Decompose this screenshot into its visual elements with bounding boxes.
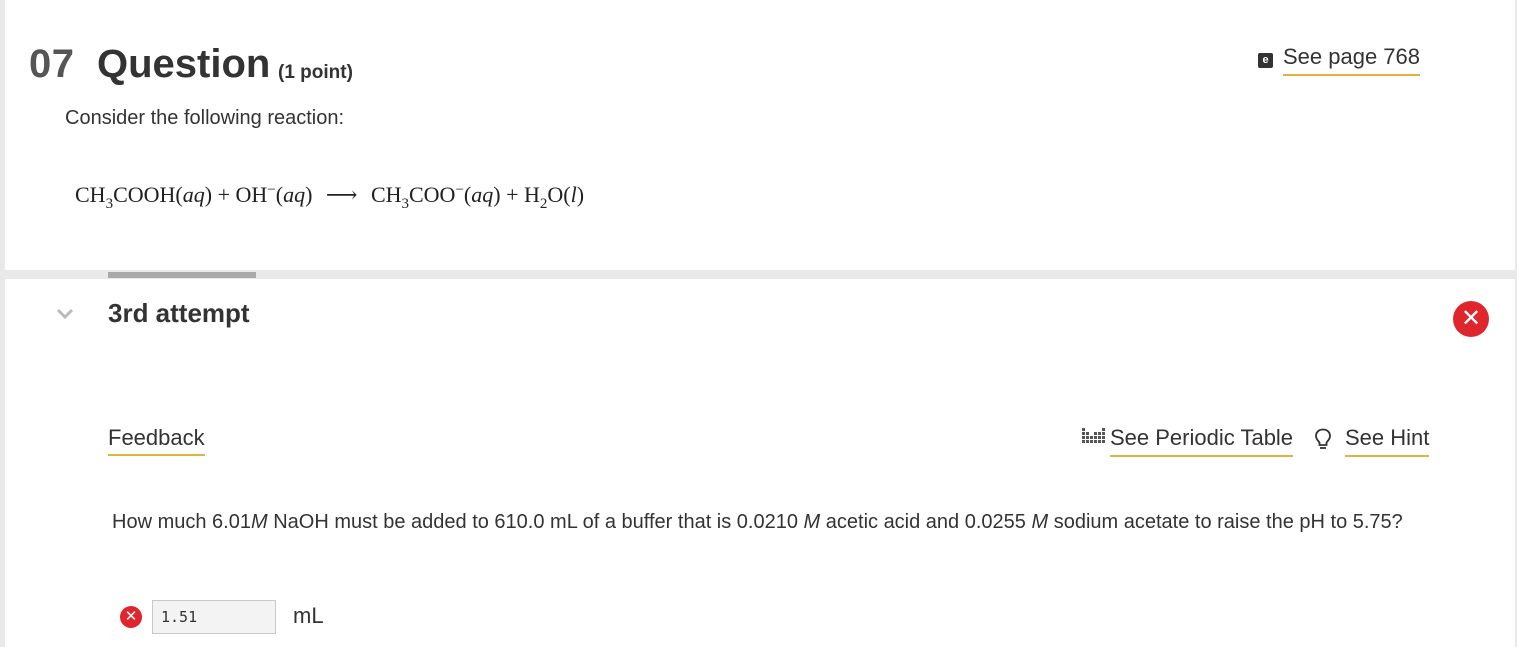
feedback-label[interactable]: Feedback [108,425,205,456]
ebook-icon: e [1258,52,1273,68]
answer-unit: mL [293,603,324,628]
attempt-tab-indicator [108,272,256,278]
periodic-table-link[interactable]: See Periodic Table [1082,425,1294,457]
lightbulb-icon [1315,428,1331,449]
chevron-down-icon[interactable] [55,305,75,325]
attempt-panel [5,279,1515,647]
reaction-equation: CH3COOH(aq) + OH−(aq) ⟶ CH3COO−(aq) + H2… [75,182,585,212]
question-number: 07 [29,42,75,86]
product-2: H2O(l) [524,182,585,212]
question-title: Question [97,42,271,86]
reactant-1: CH3COOH(aq) [75,182,213,212]
answer-input[interactable]: 1.51 [152,600,276,634]
question-body: How much 6.01M NaOH must be added to 610… [112,511,1403,533]
feedback-link[interactable]: Feedback [108,425,205,456]
see-page-label[interactable]: See page 768 [1283,44,1421,76]
periodic-table-icon [1082,428,1105,443]
question-prompt: Consider the following reaction: [65,107,345,129]
reaction-arrow-icon: ⟶ [325,182,358,207]
hint-label[interactable]: See Hint [1345,425,1430,457]
answer-error-x-icon: ✕ [120,606,142,628]
error-x-icon: ✕ [1453,301,1489,337]
question-panel [5,0,1515,270]
product-1: CH3COO−(aq) [370,182,501,212]
question-points: (1 point) [278,62,353,83]
see-page-link[interactable]: e See page 768 [1258,44,1421,76]
attempt-label: 3rd attempt [108,298,250,328]
page-root: 07 Question (1 point) e See page 768 Con… [0,0,1517,647]
hint-link[interactable]: See Hint [1314,425,1430,457]
periodic-table-label[interactable]: See Periodic Table [1110,425,1294,457]
reactant-2: OH−(aq) [235,182,313,207]
